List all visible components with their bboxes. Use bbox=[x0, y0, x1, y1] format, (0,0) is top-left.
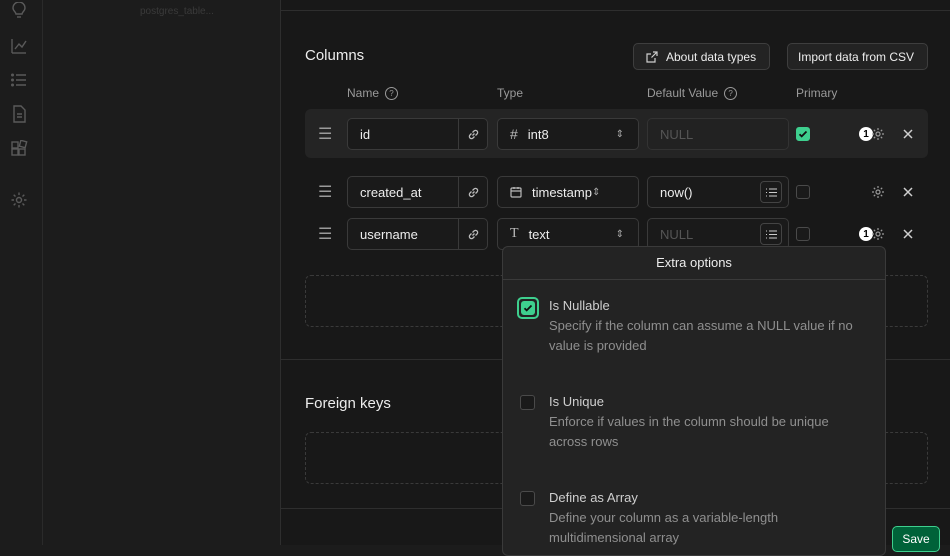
is-nullable-checkbox[interactable] bbox=[521, 301, 535, 315]
column-name-input[interactable]: username bbox=[347, 218, 488, 250]
chevron-up-down-icon: ⇕ bbox=[615, 128, 624, 140]
about-data-types-label: About data types bbox=[666, 49, 757, 64]
list-icon[interactable] bbox=[760, 223, 782, 245]
extra-options-title: Extra options bbox=[656, 255, 732, 270]
column-type-select[interactable]: # int8 ⇕ bbox=[497, 118, 639, 150]
primary-checkbox[interactable] bbox=[796, 127, 810, 141]
is-nullable-label: Is Nullable bbox=[549, 298, 610, 313]
calendar-icon bbox=[510, 187, 522, 198]
table-sidebar bbox=[43, 0, 281, 545]
foreign-key-link-icon[interactable] bbox=[458, 177, 487, 207]
close-icon[interactable] bbox=[902, 128, 914, 140]
define-array-checkbox[interactable] bbox=[520, 491, 535, 506]
settings-icon[interactable] bbox=[10, 191, 28, 209]
header-name-label: Name bbox=[347, 86, 380, 100]
check-icon bbox=[523, 304, 533, 312]
text-type-icon: T bbox=[510, 226, 519, 241]
list-icon[interactable] bbox=[10, 71, 28, 89]
foreign-key-link-icon[interactable] bbox=[458, 219, 487, 249]
columns-title: Columns bbox=[305, 47, 365, 64]
column-type-value: timestamp bbox=[532, 184, 592, 200]
header-name: Name? bbox=[347, 86, 399, 101]
foreign-keys-title: Foreign keys bbox=[305, 395, 391, 412]
column-name-input[interactable]: id bbox=[347, 118, 488, 150]
help-icon[interactable]: ? bbox=[385, 87, 399, 101]
define-array-description: Define your column as a variable-length … bbox=[549, 510, 779, 545]
default-value-input[interactable]: now() bbox=[647, 176, 789, 208]
primary-checkbox[interactable] bbox=[796, 185, 810, 199]
sidebar-item-faded: postgres_table... bbox=[140, 6, 214, 17]
foreign-key-link-icon[interactable] bbox=[458, 119, 487, 149]
column-type-value: int8 bbox=[527, 126, 549, 142]
integrations-icon[interactable] bbox=[10, 140, 28, 158]
import-csv-label: Import data from CSV bbox=[798, 49, 915, 64]
extra-options-popover: Extra options Is Nullable Specify if the… bbox=[502, 246, 886, 556]
header-default: Default Value? bbox=[647, 86, 738, 101]
default-value-placeholder: NULL bbox=[660, 226, 694, 242]
external-link-icon bbox=[646, 50, 658, 63]
chevron-up-down-icon: ⇕ bbox=[615, 228, 624, 240]
save-button[interactable]: Save bbox=[892, 526, 940, 552]
column-name-input[interactable]: created_at bbox=[347, 176, 488, 208]
define-array-label: Define as Array bbox=[549, 490, 638, 505]
help-icon[interactable]: ? bbox=[724, 87, 738, 101]
import-csv-button[interactable]: Import data from CSV bbox=[787, 43, 928, 70]
document-icon[interactable] bbox=[10, 105, 28, 123]
column-name-value: id bbox=[360, 126, 371, 142]
drag-handle-icon[interactable]: ☰ bbox=[318, 182, 332, 202]
is-unique-description: Enforce if values in the column should b… bbox=[549, 414, 829, 449]
column-type-select[interactable]: timestamp ⇕ bbox=[497, 176, 639, 208]
is-unique-checkbox[interactable] bbox=[520, 395, 535, 410]
list-icon[interactable] bbox=[760, 181, 782, 203]
header-primary: Primary bbox=[796, 86, 838, 100]
close-icon[interactable] bbox=[902, 186, 914, 198]
check-icon bbox=[798, 130, 808, 138]
drag-handle-icon[interactable]: ☰ bbox=[318, 224, 332, 244]
header-type: Type bbox=[497, 86, 524, 100]
primary-checkbox[interactable] bbox=[796, 227, 810, 241]
about-data-types-button[interactable]: About data types bbox=[633, 43, 770, 70]
is-nullable-checkbox-focus[interactable] bbox=[517, 297, 539, 319]
icon-rail bbox=[0, 0, 43, 545]
default-value-input[interactable]: NULL bbox=[647, 118, 789, 150]
header-default-label: Default Value bbox=[647, 86, 719, 100]
drag-handle-icon[interactable]: ☰ bbox=[318, 124, 332, 144]
column-type-value: text bbox=[528, 226, 550, 242]
top-divider bbox=[281, 10, 950, 11]
gear-icon[interactable] bbox=[871, 127, 885, 141]
reports-icon[interactable] bbox=[10, 37, 28, 55]
lightbulb-icon[interactable] bbox=[10, 2, 28, 20]
is-unique-label: Is Unique bbox=[549, 394, 604, 409]
default-value-placeholder: NULL bbox=[660, 126, 694, 142]
popover-divider bbox=[503, 279, 885, 280]
is-nullable-description: Specify if the column can assume a NULL … bbox=[549, 318, 853, 353]
column-name-value: created_at bbox=[360, 184, 422, 200]
close-icon[interactable] bbox=[902, 228, 914, 240]
default-value-value: now() bbox=[660, 184, 693, 200]
gear-icon[interactable] bbox=[871, 227, 885, 241]
gear-icon[interactable] bbox=[871, 185, 885, 199]
hash-icon: # bbox=[510, 126, 518, 142]
chevron-up-down-icon: ⇕ bbox=[592, 186, 601, 198]
column-name-value: username bbox=[360, 226, 418, 242]
